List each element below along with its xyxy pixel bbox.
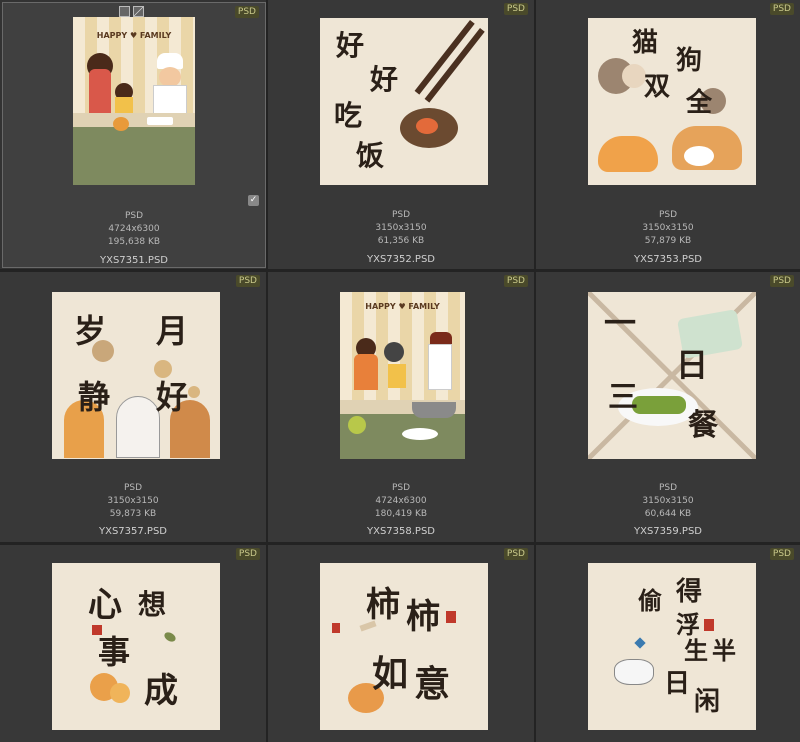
- art-char: 意: [414, 663, 451, 705]
- art-char: 全: [686, 88, 713, 118]
- psd-badge: PSD: [503, 3, 528, 15]
- file-type: PSD: [391, 210, 411, 220]
- thumbnail-card[interactable]: PSD HAPPY ♥ FAMILY PSD 4724x6300 180,419…: [268, 272, 534, 542]
- file-type: PSD: [391, 483, 411, 493]
- art-char: 得: [676, 577, 703, 607]
- file-size: 59,873 KB: [109, 509, 157, 519]
- thumbnail-card[interactable]: PSD 心 想 事 成: [0, 545, 266, 742]
- art-char: 半: [712, 636, 736, 665]
- art-char: 餐: [688, 408, 718, 443]
- psd-badge: PSD: [769, 3, 794, 15]
- art-char: 好: [370, 63, 399, 96]
- file-type: PSD: [658, 210, 678, 220]
- thumbnail-grid: PSD HAPPY ♥ FAMILY ✓ PSD 4724x6300 195,6…: [0, 0, 800, 742]
- thumbnail-card[interactable]: PSD 岁 月 静 好 PSD 3150x3150 59,873 KB YXS7…: [0, 272, 266, 542]
- art-char: 好: [156, 378, 189, 416]
- psd-badge: PSD: [769, 275, 794, 287]
- art-char: 岁: [74, 312, 107, 350]
- art-char: 事: [98, 633, 131, 671]
- thumbnail-image: 一 日 三 餐: [588, 292, 756, 459]
- art-char: 狗: [676, 46, 703, 76]
- thumbnail-image: HAPPY ♥ FAMILY: [340, 292, 465, 459]
- edit-icon[interactable]: [133, 6, 144, 17]
- art-title: HAPPY ♥ FAMILY: [96, 31, 172, 40]
- thumbnail-card[interactable]: PSD 一 日 三 餐 PSD 3150x3150 60,644 KB YXS7…: [536, 272, 800, 542]
- file-dimensions: 4724x6300: [108, 224, 160, 234]
- file-name[interactable]: YXS7357.PSD: [0, 526, 266, 538]
- psd-badge: PSD: [769, 548, 794, 560]
- file-name[interactable]: YXS7353.PSD: [536, 254, 800, 266]
- art-char: 柿: [406, 597, 440, 637]
- psd-badge: PSD: [235, 548, 260, 560]
- file-size: 195,638 KB: [107, 237, 161, 247]
- psd-badge: PSD: [235, 275, 260, 287]
- art-char: 饭: [356, 139, 385, 172]
- file-dimensions: 4724x6300: [375, 496, 427, 506]
- thumbnail-image: HAPPY ♥ FAMILY: [73, 17, 195, 185]
- file-dimensions: 3150x3150: [107, 496, 159, 506]
- art-char: 好: [336, 29, 365, 62]
- art-char: 柿: [366, 585, 400, 625]
- art-char: 双: [644, 72, 671, 102]
- art-char: 吃: [334, 99, 363, 132]
- art-char: 成: [144, 671, 178, 711]
- art-char: 日: [664, 669, 691, 699]
- art-char: 想: [138, 588, 167, 621]
- file-size: 180,419 KB: [374, 509, 428, 519]
- art-char: 偷: [638, 586, 662, 615]
- thumbnail-image: 岁 月 静 好: [52, 292, 220, 459]
- thumbnail-card[interactable]: PSD 偷 得 浮 生 半 日 闲: [536, 545, 800, 742]
- file-size: 61,356 KB: [377, 236, 425, 246]
- art-title: HAPPY ♥ FAMILY: [365, 302, 440, 311]
- file-dimensions: 3150x3150: [642, 496, 694, 506]
- file-dimensions: 3150x3150: [375, 223, 427, 233]
- thumbnail-image: 柿 柿 如 意: [320, 563, 488, 730]
- thumbnail-image: 好 好 吃 饭: [320, 18, 488, 185]
- thumbnail-card[interactable]: PSD HAPPY ♥ FAMILY ✓ PSD 4724x6300 195,6…: [2, 2, 266, 268]
- file-name[interactable]: YXS7351.PSD: [3, 255, 265, 267]
- file-type: PSD: [123, 483, 143, 493]
- file-dimensions: 3150x3150: [642, 223, 694, 233]
- art-char: 心: [88, 585, 122, 625]
- art-char: 静: [78, 378, 111, 416]
- psd-badge: PSD: [503, 548, 528, 560]
- art-char: 如: [372, 653, 409, 695]
- file-name[interactable]: YXS7352.PSD: [268, 254, 534, 266]
- file-name[interactable]: YXS7358.PSD: [268, 526, 534, 538]
- thumbnail-card[interactable]: PSD 柿 柿 如 意: [268, 545, 534, 742]
- file-size: 57,879 KB: [644, 236, 692, 246]
- art-char: 生: [684, 636, 708, 665]
- file-name[interactable]: YXS7359.PSD: [536, 526, 800, 538]
- thumbnail-image: 偷 得 浮 生 半 日 闲: [588, 563, 756, 730]
- psd-badge: PSD: [503, 275, 528, 287]
- file-size: 60,644 KB: [644, 509, 692, 519]
- frame-icon[interactable]: [119, 6, 130, 17]
- psd-badge: PSD: [234, 6, 259, 18]
- thumbnail-image: 猫 狗 双 全: [588, 18, 756, 185]
- select-checkbox[interactable]: ✓: [248, 195, 259, 206]
- thumbnail-card[interactable]: PSD 猫 狗 双 全 PSD 3150x3150 57,879 KB YXS7…: [536, 0, 800, 269]
- art-char: 日: [676, 346, 709, 384]
- thumbnail-toolbar: [119, 6, 144, 17]
- file-type: PSD: [124, 211, 144, 221]
- art-char: 三: [608, 380, 638, 415]
- thumbnail-image: 心 想 事 成: [52, 563, 220, 730]
- art-char: 一: [604, 304, 637, 342]
- art-char: 月: [156, 312, 189, 350]
- file-type: PSD: [658, 483, 678, 493]
- art-char: 猫: [632, 28, 659, 58]
- thumbnail-card[interactable]: PSD 好 好 吃 饭 PSD 3150x3150 61,356 KB YXS7…: [268, 0, 534, 269]
- art-char: 闲: [694, 687, 721, 717]
